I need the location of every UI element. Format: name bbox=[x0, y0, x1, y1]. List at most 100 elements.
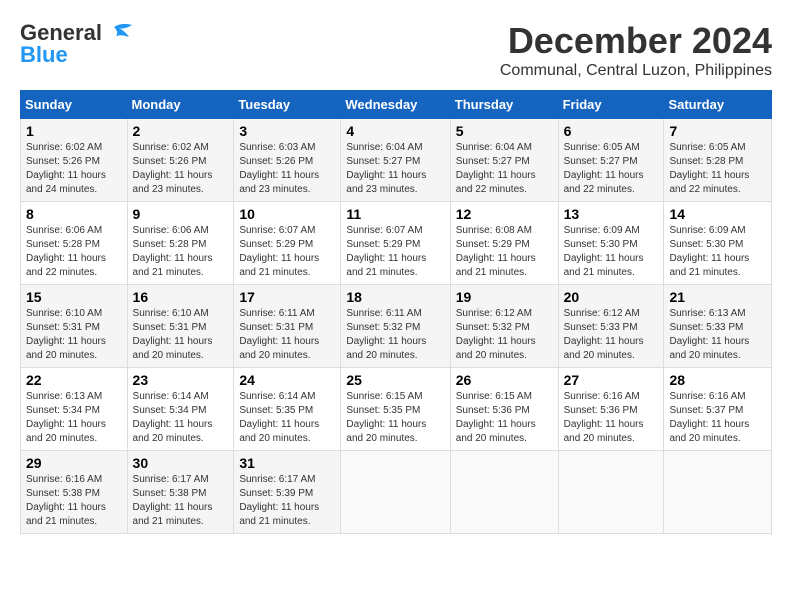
day-number: 13 bbox=[564, 206, 659, 222]
calendar-cell: 2 Sunrise: 6:02 AM Sunset: 5:26 PM Daylig… bbox=[127, 119, 234, 202]
day-info: Sunrise: 6:14 AM Sunset: 5:34 PM Dayligh… bbox=[133, 390, 229, 446]
calendar-week-row: 29 Sunrise: 6:16 AM Sunset: 5:38 PM Dayli… bbox=[21, 451, 772, 534]
day-number: 28 bbox=[669, 372, 766, 388]
day-info: Sunrise: 6:16 AM Sunset: 5:38 PM Dayligh… bbox=[26, 473, 122, 529]
day-info: Sunrise: 6:07 AM Sunset: 5:29 PM Dayligh… bbox=[346, 224, 444, 280]
day-info: Sunrise: 6:15 AM Sunset: 5:36 PM Dayligh… bbox=[456, 390, 553, 446]
calendar-cell: 26Sunrise: 6:15 AM Sunset: 5:36 PM Dayli… bbox=[450, 368, 558, 451]
calendar-week-row: 8Sunrise: 6:06 AM Sunset: 5:28 PM Daylig… bbox=[21, 202, 772, 285]
day-info: Sunrise: 6:03 AM Sunset: 5:26 PM Dayligh… bbox=[239, 141, 335, 197]
calendar-cell: 11 Sunrise: 6:07 AM Sunset: 5:29 PM Dayli… bbox=[341, 202, 450, 285]
day-number: 23 bbox=[133, 372, 229, 388]
calendar-cell: 31 Sunrise: 6:17 AM Sunset: 5:39 PM Dayli… bbox=[234, 451, 341, 534]
calendar-header-row: SundayMondayTuesdayWednesdayThursdayFrid… bbox=[21, 91, 772, 119]
calendar-cell: 30Sunrise: 6:17 AM Sunset: 5:38 PM Dayli… bbox=[127, 451, 234, 534]
day-number: 24 bbox=[239, 372, 335, 388]
day-info: Sunrise: 6:04 AM Sunset: 5:27 PM Dayligh… bbox=[346, 141, 444, 197]
calendar-cell: 22 Sunrise: 6:13 AM Sunset: 5:34 PM Dayli… bbox=[21, 368, 128, 451]
day-info: Sunrise: 6:02 AM Sunset: 5:26 PM Dayligh… bbox=[26, 141, 122, 197]
calendar-cell: 1 Sunrise: 6:02 AM Sunset: 5:26 PM Daylig… bbox=[21, 119, 128, 202]
calendar-cell: 4 Sunrise: 6:04 AM Sunset: 5:27 PM Daylig… bbox=[341, 119, 450, 202]
day-info: Sunrise: 6:12 AM Sunset: 5:33 PM Dayligh… bbox=[564, 307, 659, 363]
day-number: 7 bbox=[669, 123, 766, 139]
day-number: 11 bbox=[346, 206, 444, 222]
day-number: 15 bbox=[26, 289, 122, 305]
weekday-header: Tuesday bbox=[234, 91, 341, 119]
day-number: 17 bbox=[239, 289, 335, 305]
calendar: SundayMondayTuesdayWednesdayThursdayFrid… bbox=[20, 90, 772, 534]
location-title: Communal, Central Luzon, Philippines bbox=[500, 62, 772, 80]
day-number: 21 bbox=[669, 289, 766, 305]
day-info: Sunrise: 6:07 AM Sunset: 5:29 PM Dayligh… bbox=[239, 224, 335, 280]
day-info: Sunrise: 6:09 AM Sunset: 5:30 PM Dayligh… bbox=[669, 224, 766, 280]
day-number: 2 bbox=[133, 123, 229, 139]
day-info: Sunrise: 6:10 AM Sunset: 5:31 PM Dayligh… bbox=[133, 307, 229, 363]
day-info: Sunrise: 6:16 AM Sunset: 5:36 PM Dayligh… bbox=[564, 390, 659, 446]
logo: General Blue bbox=[20, 20, 134, 68]
calendar-cell: 27 Sunrise: 6:16 AM Sunset: 5:36 PM Dayli… bbox=[558, 368, 664, 451]
month-title: December 2024 bbox=[500, 20, 772, 62]
weekday-header: Wednesday bbox=[341, 91, 450, 119]
day-info: Sunrise: 6:08 AM Sunset: 5:29 PM Dayligh… bbox=[456, 224, 553, 280]
calendar-cell bbox=[558, 451, 664, 534]
day-number: 12 bbox=[456, 206, 553, 222]
day-info: Sunrise: 6:17 AM Sunset: 5:39 PM Dayligh… bbox=[239, 473, 335, 529]
day-number: 22 bbox=[26, 372, 122, 388]
day-number: 6 bbox=[564, 123, 659, 139]
weekday-header: Thursday bbox=[450, 91, 558, 119]
calendar-cell bbox=[664, 451, 772, 534]
calendar-cell: 25Sunrise: 6:15 AM Sunset: 5:35 PM Dayli… bbox=[341, 368, 450, 451]
weekday-header: Saturday bbox=[664, 91, 772, 119]
day-number: 20 bbox=[564, 289, 659, 305]
day-info: Sunrise: 6:11 AM Sunset: 5:32 PM Dayligh… bbox=[346, 307, 444, 363]
day-info: Sunrise: 6:12 AM Sunset: 5:32 PM Dayligh… bbox=[456, 307, 553, 363]
calendar-cell: 23 Sunrise: 6:14 AM Sunset: 5:34 PM Dayli… bbox=[127, 368, 234, 451]
calendar-cell: 8Sunrise: 6:06 AM Sunset: 5:28 PM Daylig… bbox=[21, 202, 128, 285]
calendar-week-row: 1 Sunrise: 6:02 AM Sunset: 5:26 PM Daylig… bbox=[21, 119, 772, 202]
day-number: 29 bbox=[26, 455, 122, 471]
day-info: Sunrise: 6:05 AM Sunset: 5:27 PM Dayligh… bbox=[564, 141, 659, 197]
calendar-cell: 24 Sunrise: 6:14 AM Sunset: 5:35 PM Dayli… bbox=[234, 368, 341, 451]
day-info: Sunrise: 6:11 AM Sunset: 5:31 PM Dayligh… bbox=[239, 307, 335, 363]
day-info: Sunrise: 6:10 AM Sunset: 5:31 PM Dayligh… bbox=[26, 307, 122, 363]
day-number: 9 bbox=[133, 206, 229, 222]
day-info: Sunrise: 6:06 AM Sunset: 5:28 PM Dayligh… bbox=[133, 224, 229, 280]
day-number: 10 bbox=[239, 206, 335, 222]
calendar-cell: 21Sunrise: 6:13 AM Sunset: 5:33 PM Dayli… bbox=[664, 285, 772, 368]
day-info: Sunrise: 6:13 AM Sunset: 5:34 PM Dayligh… bbox=[26, 390, 122, 446]
day-number: 16 bbox=[133, 289, 229, 305]
calendar-cell: 6 Sunrise: 6:05 AM Sunset: 5:27 PM Daylig… bbox=[558, 119, 664, 202]
calendar-cell: 3 Sunrise: 6:03 AM Sunset: 5:26 PM Daylig… bbox=[234, 119, 341, 202]
day-number: 1 bbox=[26, 123, 122, 139]
logo-bird-icon bbox=[104, 22, 134, 44]
weekday-header: Friday bbox=[558, 91, 664, 119]
calendar-cell: 29 Sunrise: 6:16 AM Sunset: 5:38 PM Dayli… bbox=[21, 451, 128, 534]
calendar-cell bbox=[450, 451, 558, 534]
calendar-cell bbox=[341, 451, 450, 534]
calendar-cell: 20 Sunrise: 6:12 AM Sunset: 5:33 PM Dayli… bbox=[558, 285, 664, 368]
calendar-cell: 5 Sunrise: 6:04 AM Sunset: 5:27 PM Daylig… bbox=[450, 119, 558, 202]
calendar-cell: 19Sunrise: 6:12 AM Sunset: 5:32 PM Dayli… bbox=[450, 285, 558, 368]
day-info: Sunrise: 6:02 AM Sunset: 5:26 PM Dayligh… bbox=[133, 141, 229, 197]
title-area: December 2024 Communal, Central Luzon, P… bbox=[500, 20, 772, 80]
day-info: Sunrise: 6:15 AM Sunset: 5:35 PM Dayligh… bbox=[346, 390, 444, 446]
day-info: Sunrise: 6:14 AM Sunset: 5:35 PM Dayligh… bbox=[239, 390, 335, 446]
day-info: Sunrise: 6:06 AM Sunset: 5:28 PM Dayligh… bbox=[26, 224, 122, 280]
header: General Blue December 2024 Communal, Cen… bbox=[20, 20, 772, 80]
calendar-cell: 28 Sunrise: 6:16 AM Sunset: 5:37 PM Dayli… bbox=[664, 368, 772, 451]
calendar-body: 1 Sunrise: 6:02 AM Sunset: 5:26 PM Daylig… bbox=[21, 119, 772, 534]
calendar-cell: 12 Sunrise: 6:08 AM Sunset: 5:29 PM Dayli… bbox=[450, 202, 558, 285]
day-number: 30 bbox=[133, 455, 229, 471]
calendar-week-row: 22 Sunrise: 6:13 AM Sunset: 5:34 PM Dayli… bbox=[21, 368, 772, 451]
day-number: 4 bbox=[346, 123, 444, 139]
day-info: Sunrise: 6:16 AM Sunset: 5:37 PM Dayligh… bbox=[669, 390, 766, 446]
weekday-header: Sunday bbox=[21, 91, 128, 119]
day-number: 27 bbox=[564, 372, 659, 388]
calendar-cell: 10 Sunrise: 6:07 AM Sunset: 5:29 PM Dayli… bbox=[234, 202, 341, 285]
day-number: 5 bbox=[456, 123, 553, 139]
day-number: 31 bbox=[239, 455, 335, 471]
calendar-week-row: 15 Sunrise: 6:10 AM Sunset: 5:31 PM Dayli… bbox=[21, 285, 772, 368]
day-info: Sunrise: 6:04 AM Sunset: 5:27 PM Dayligh… bbox=[456, 141, 553, 197]
day-number: 18 bbox=[346, 289, 444, 305]
day-number: 3 bbox=[239, 123, 335, 139]
